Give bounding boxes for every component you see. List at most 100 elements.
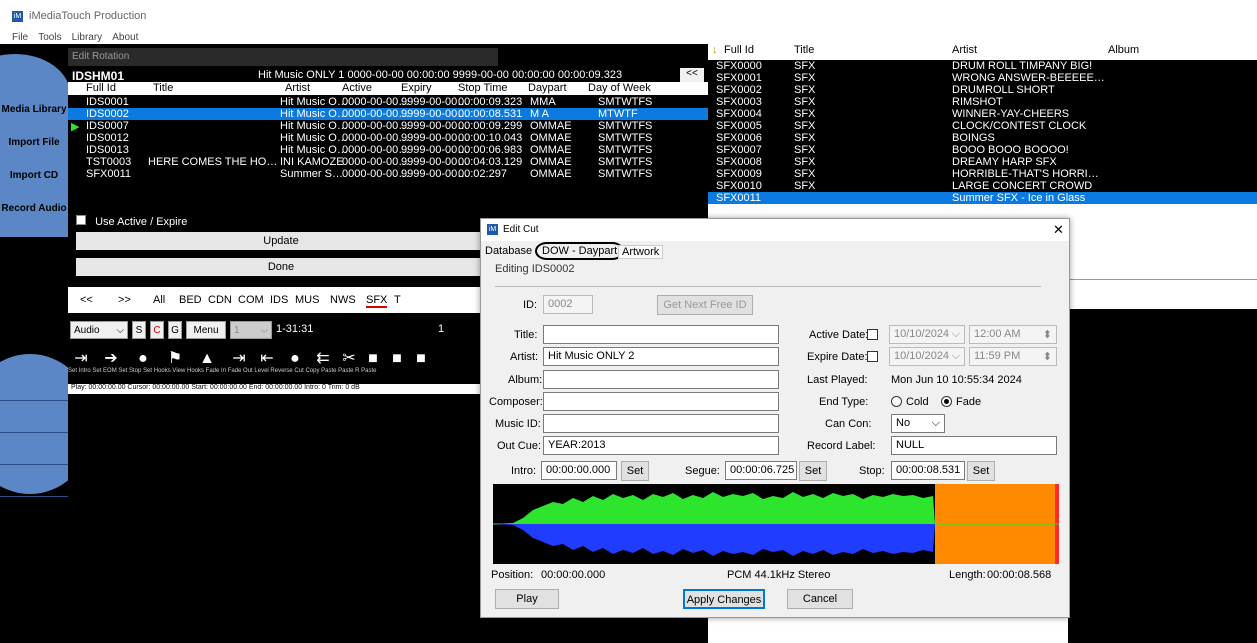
music-id-field[interactable] [543, 414, 779, 433]
c-button[interactable]: C [150, 321, 164, 339]
tab-next[interactable]: >> [118, 294, 131, 306]
can-con-select[interactable]: No ⌵ [891, 414, 945, 433]
col-artist[interactable]: Artist [285, 82, 310, 94]
library-row[interactable]: SFX0003 SFX RIMSHOT [708, 96, 1257, 108]
set-segue-button[interactable]: Set [799, 461, 827, 481]
library-row[interactable]: SFX0010 SFX LARGE CONCERT CROWD [708, 180, 1257, 192]
lib-col-full-id[interactable]: Full Id [724, 44, 754, 56]
segue-field[interactable]: 00:00:06.725 [725, 461, 797, 480]
cut-icon[interactable]: ✂ [340, 350, 358, 368]
play-button[interactable]: Play [495, 589, 559, 609]
tab-mus[interactable]: MUS [295, 294, 319, 306]
rotation-row[interactable]: IDS0012 Hit Music O… 0000-00-00… 9999-00-00… [68, 132, 708, 144]
rotation-row[interactable]: SFX0011 Summer S… 0000-00-00… 9999-00-00… 00… [68, 168, 708, 180]
sidebar-record-audio[interactable]: Record Audio [0, 199, 68, 237]
audio-select[interactable]: Audio ⌵ [70, 321, 128, 339]
col-expiry[interactable]: Expiry [401, 82, 432, 94]
tab-artwork[interactable]: Artwork [618, 245, 664, 259]
rotation-row[interactable]: IDS0001 Hit Music O… 0000-00-00… 9999-00-00… [68, 96, 708, 108]
end-fade-radio[interactable] [941, 396, 952, 407]
update-button[interactable]: Update [76, 232, 486, 250]
library-row[interactable]: SFX0007 SFX BOOO BOOO BOOOO! [708, 144, 1257, 156]
album-field[interactable] [543, 370, 779, 389]
active-date-checkbox[interactable] [867, 329, 878, 340]
col-daypart[interactable]: Daypart [528, 82, 567, 94]
menu-library[interactable]: Library [72, 32, 103, 43]
active-date-picker[interactable]: 10/10/2024 ⌵ [889, 325, 965, 344]
lib-col-title[interactable]: Title [794, 44, 814, 56]
use-active-expire[interactable]: Use Active / Expire [76, 215, 187, 228]
out-cue-field[interactable]: YEAR:2013 [543, 436, 779, 455]
menu-tools[interactable]: Tools [38, 32, 61, 43]
rotation-row[interactable]: TST0003 HERE COMES THE HO… INI KAMOZE 0000-… [68, 156, 708, 168]
library-row[interactable]: SFX0011 Summer SFX - Ice in Glass [708, 192, 1257, 204]
expire-time-picker[interactable]: 11:59 PM ⬍ [969, 347, 1057, 366]
col-full-id[interactable]: Full Id [86, 82, 116, 94]
fade-out-icon[interactable]: ⇤ [258, 350, 276, 368]
tab-com[interactable]: COM [238, 294, 264, 306]
composer-field[interactable] [543, 392, 779, 411]
paste-icon[interactable]: ■ [388, 350, 406, 368]
col-day-of-week[interactable]: Day of Week [588, 82, 651, 94]
set-hooks-icon[interactable]: ⚑ [166, 350, 184, 368]
lib-col-album[interactable]: Album [1108, 44, 1139, 56]
view-hooks-icon[interactable]: ▲ [198, 350, 216, 368]
stop-field[interactable]: 00:00:08.531 [891, 461, 965, 480]
tab-database[interactable]: Database [485, 245, 532, 257]
tab-dow-daypart[interactable]: DOW - Daypart [535, 242, 625, 260]
menu-file[interactable]: File [12, 32, 28, 43]
expire-date-picker[interactable]: 10/10/2024 ⌵ [889, 347, 965, 366]
set-eom-icon[interactable]: ➔ [102, 350, 120, 368]
set-stop-button[interactable]: Set [967, 461, 995, 481]
level-icon[interactable]: ● [286, 350, 304, 368]
paste-r-icon[interactable]: ■ [412, 350, 430, 368]
col-title[interactable]: Title [153, 82, 173, 94]
rotation-row[interactable]: IDS0002 Hit Music O… 0000-00-00… 9999-00-00… [68, 108, 708, 120]
use-active-checkbox[interactable] [76, 215, 86, 225]
expire-date-checkbox[interactable] [867, 351, 878, 362]
cue-number-select[interactable]: 1 ⌵ [230, 321, 272, 339]
waveform[interactable] [493, 484, 1059, 564]
collapse-button[interactable]: << [680, 68, 704, 83]
tab-prev[interactable]: << [80, 294, 93, 306]
reverse-icon[interactable]: ⇇ [314, 350, 332, 368]
library-row[interactable]: SFX0000 SFX DRUM ROLL TIMPANY BIG! [708, 60, 1257, 72]
rotation-row[interactable]: IDS0007 Hit Music O… 0000-00-00… 9999-00-00… [68, 120, 708, 133]
end-cold-radio[interactable] [891, 396, 902, 407]
tab-cdn[interactable]: CDN [208, 294, 232, 306]
artist-field[interactable]: Hit Music ONLY 2 [543, 347, 779, 366]
library-row[interactable]: SFX0002 SFX DRUMROLL SHORT [708, 84, 1257, 96]
done-button[interactable]: Done [76, 258, 486, 276]
menu-about[interactable]: About [112, 32, 138, 43]
library-row[interactable]: SFX0008 SFX DREAMY HARP SFX [708, 156, 1257, 168]
title-field[interactable] [543, 325, 779, 344]
set-stop-icon[interactable]: ● [134, 350, 152, 368]
apply-changes-button[interactable]: Apply Changes [683, 589, 765, 609]
intro-field[interactable]: 00:00:00.000 [541, 461, 617, 480]
tab-nws[interactable]: NWS [330, 294, 356, 306]
lib-col-artist[interactable]: Artist [952, 44, 977, 56]
set-intro-button[interactable]: Set [621, 461, 649, 481]
tab-all[interactable]: All [153, 294, 165, 306]
col-active[interactable]: Active [342, 82, 372, 94]
copy-icon[interactable]: ■ [364, 350, 382, 368]
g-button[interactable]: G [168, 321, 182, 339]
close-icon[interactable]: ✕ [1053, 222, 1064, 238]
menu-button[interactable]: Menu [186, 321, 226, 339]
set-intro-icon[interactable]: ⇥ [72, 350, 90, 368]
cancel-button[interactable]: Cancel [787, 589, 853, 609]
tab-sfx[interactable]: SFX [366, 294, 388, 308]
library-row[interactable]: SFX0001 SFX WRONG ANSWER-BEEEEE… [708, 72, 1257, 84]
tab-bed[interactable]: BED [179, 294, 202, 306]
rotation-row[interactable]: IDS0013 Hit Music O… 0000-00-00… 9999-00-00… [68, 144, 708, 156]
col-stop-time[interactable]: Stop Time [458, 82, 508, 94]
library-row[interactable]: SFX0005 SFX CLOCK/CONTEST CLOCK [708, 120, 1257, 132]
get-next-free-id-button[interactable]: Get Next Free ID [657, 295, 753, 315]
record-label-field[interactable]: NULL [891, 436, 1057, 455]
s-button[interactable]: S [132, 321, 146, 339]
library-row[interactable]: SFX0004 SFX WINNER-YAY-CHEERS [708, 108, 1257, 120]
library-row[interactable]: SFX0009 SFX HORRIBLE-THAT'S HORRI… [708, 168, 1257, 180]
library-row[interactable]: SFX0006 SFX BOINGS [708, 132, 1257, 144]
active-time-picker[interactable]: 12:00 AM ⬍ [969, 325, 1057, 344]
tab-ids[interactable]: IDS [270, 294, 288, 306]
